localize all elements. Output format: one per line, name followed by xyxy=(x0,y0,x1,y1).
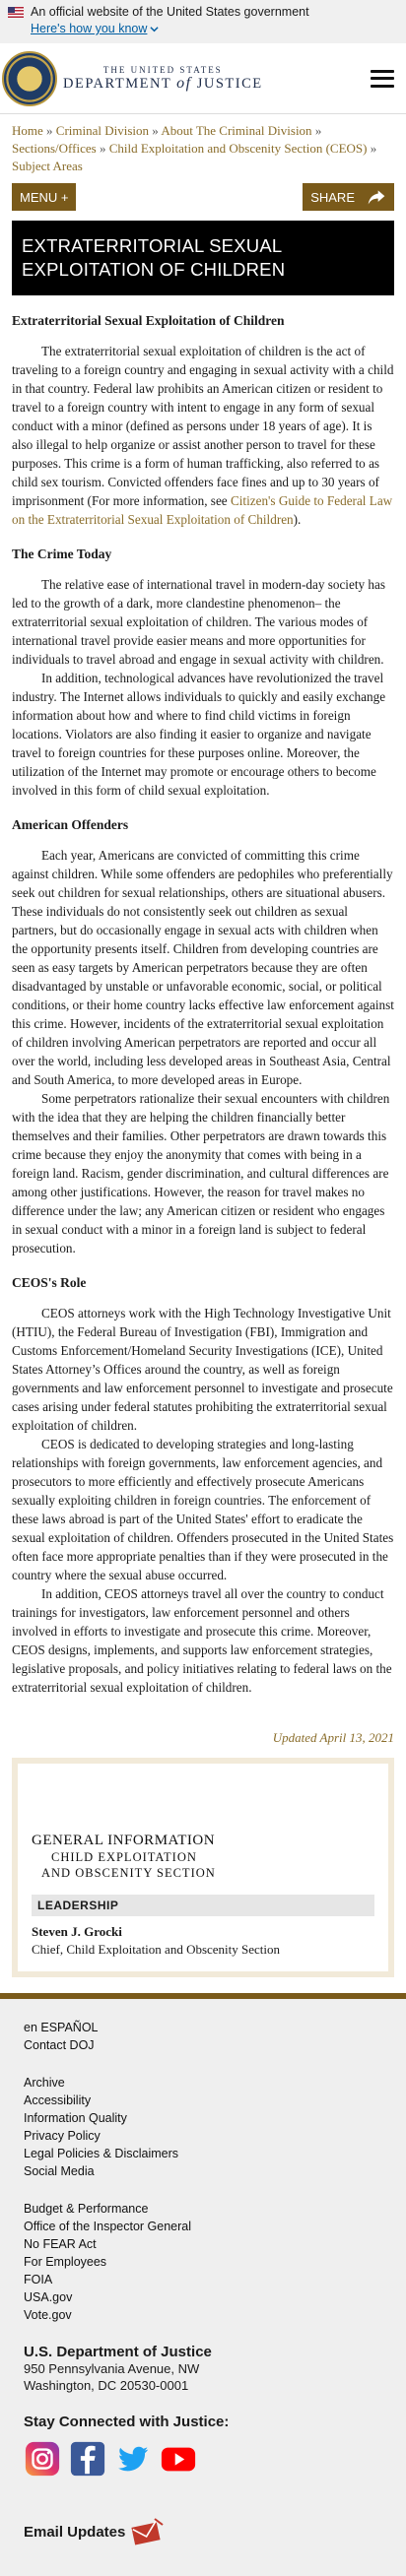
chevron-down-icon xyxy=(150,26,160,32)
paragraph-crime-today-2: In addition, technological advances have… xyxy=(12,671,386,798)
footer-links-group-3: Budget & Performance Office of the Inspe… xyxy=(24,2200,382,2324)
leader-role: Chief, Child Exploitation and Obscenity … xyxy=(32,1942,281,1957)
how-you-know-label: Here's how you know xyxy=(31,22,148,35)
facebook-icon[interactable] xyxy=(69,2440,106,2478)
footer-links-group-2: Archive Accessibility Information Qualit… xyxy=(24,2074,382,2180)
footer-address-line-1: 950 Pennsylvania Avenue, NW xyxy=(24,2361,200,2376)
doj-wordmark: THE UNITED STATES DEPARTMENT of JUSTICE xyxy=(63,65,263,93)
footer-link-legal[interactable]: Legal Policies & Disclaimers xyxy=(24,2145,382,2162)
breadcrumb-about[interactable]: About The Criminal Division xyxy=(161,123,311,138)
footer-link-oig[interactable]: Office of the Inspector General xyxy=(24,2218,382,2235)
gi-subtitle-2: AND OBSCENITY SECTION xyxy=(41,1866,216,1880)
footer-link-foia[interactable]: FOIA xyxy=(24,2271,382,2288)
flag-icon xyxy=(8,6,24,18)
twitter-icon[interactable] xyxy=(114,2440,152,2478)
gi-title: GENERAL INFORMATION xyxy=(32,1833,216,1848)
footer-link-information-quality[interactable]: Information Quality xyxy=(24,2109,382,2127)
stay-connected-heading: Stay Connected with Justice: xyxy=(24,2414,230,2430)
section-heading-crime-today: The Crime Today xyxy=(12,547,112,561)
footer-link-votegov[interactable]: Vote.gov xyxy=(24,2306,382,2324)
footer-link-accessibility[interactable]: Accessibility xyxy=(24,2092,382,2109)
paragraph-crime-today-1: The relative ease of international trave… xyxy=(12,577,385,667)
footer-link-no-fear[interactable]: No FEAR Act xyxy=(24,2235,382,2253)
share-label: SHARE xyxy=(310,189,355,205)
share-button[interactable]: SHARE xyxy=(303,183,394,211)
footer-address: 950 Pennsylvania Avenue, NW Washington, … xyxy=(24,2360,382,2394)
menu-button[interactable]: MENU + xyxy=(12,183,77,211)
paragraph-offenders-2: Some perpetrators rationalize their sexu… xyxy=(12,1091,390,1256)
paragraph-offenders-1: Each year, Americans are convicted of co… xyxy=(12,848,394,1087)
site-header: THE UNITED STATES DEPARTMENT of JUSTICE xyxy=(0,43,406,114)
paragraph-intro-text: The extraterritorial sexual exploitation… xyxy=(12,344,394,508)
official-text: An official website of the United States… xyxy=(31,5,309,19)
general-information-box: GENERAL INFORMATION CHILD EXPLOITATION A… xyxy=(12,1758,394,1977)
paragraph-ceos-1: CEOS attorneys work with the High Techno… xyxy=(12,1306,393,1433)
wordmark-top: THE UNITED STATES xyxy=(102,64,223,75)
footer-link-espanol[interactable]: en ESPAÑOL xyxy=(24,2019,382,2036)
breadcrumb-ceos[interactable]: Child Exploitation and Obscenity Section… xyxy=(109,141,368,156)
footer-links-group-1: en ESPAÑOL Contact DOJ xyxy=(24,2019,382,2054)
leader-name: Steven J. Grocki xyxy=(32,1924,122,1939)
paragraph-intro: The extraterritorial sexual exploitation… xyxy=(12,342,394,529)
footer-link-social-media[interactable]: Social Media xyxy=(24,2162,382,2180)
hamburger-menu-icon[interactable] xyxy=(371,69,394,88)
email-updates-link[interactable]: Email Updates xyxy=(24,2517,382,2546)
section-heading-offenders: American Offenders xyxy=(12,817,129,832)
wordmark-department: DEPARTMENT xyxy=(63,75,172,92)
footer-address-title: U.S. Department of Justice xyxy=(24,2344,212,2360)
updated-date: Updated April 13, 2021 xyxy=(272,1730,394,1745)
youtube-icon[interactable] xyxy=(160,2440,197,2478)
doj-seal-icon xyxy=(2,50,57,106)
breadcrumb-sections[interactable]: Sections/Offices xyxy=(12,141,97,156)
gov-banner: An official website of the United States… xyxy=(0,0,406,43)
breadcrumb: Home » Criminal Division » About The Cri… xyxy=(12,123,377,173)
paragraph-intro-end: ). xyxy=(293,512,302,527)
page-tools: MENU + SHARE xyxy=(0,179,406,221)
wordmark-name: DEPARTMENT of JUSTICE xyxy=(63,75,263,93)
paragraph-ceos-2: CEOS is dedicated to developing strategi… xyxy=(12,1437,394,1582)
footer-address-line-2: Washington, DC 20530-0001 xyxy=(24,2378,189,2393)
how-you-know-link[interactable]: Here's how you know xyxy=(31,22,160,35)
page-title: EXTRATERRITORIAL SEXUAL EXPLOITATION OF … xyxy=(12,221,394,295)
footer-link-employees[interactable]: For Employees xyxy=(24,2253,382,2271)
doj-home-link[interactable]: THE UNITED STATES DEPARTMENT of JUSTICE xyxy=(2,50,263,106)
gi-subtitle-1: CHILD EXPLOITATION xyxy=(51,1850,197,1864)
paragraph-ceos-3: In addition, CEOS attorneys travel all o… xyxy=(12,1586,392,1695)
envelope-icon xyxy=(131,2518,164,2545)
footer-link-archive[interactable]: Archive xyxy=(24,2074,382,2092)
breadcrumb-home[interactable]: Home xyxy=(12,123,43,138)
section-heading-ceos-role: CEOS's Role xyxy=(12,1275,87,1290)
wordmark-of: of xyxy=(176,74,192,92)
footer-link-usagov[interactable]: USA.gov xyxy=(24,2288,382,2306)
share-arrow-icon xyxy=(368,190,385,205)
breadcrumb-subject-areas[interactable]: Subject Areas xyxy=(12,159,83,173)
breadcrumb-criminal-division[interactable]: Criminal Division xyxy=(56,123,149,138)
site-footer: en ESPAÑOL Contact DOJ Archive Accessibi… xyxy=(0,1993,406,2576)
section-heading-intro: Extraterritorial Sexual Exploitation of … xyxy=(12,313,285,328)
footer-link-contact[interactable]: Contact DOJ xyxy=(24,2036,382,2054)
footer-link-privacy[interactable]: Privacy Policy xyxy=(24,2127,382,2145)
social-icons xyxy=(24,2440,382,2478)
wordmark-justice: JUSTICE xyxy=(196,75,263,92)
instagram-icon[interactable] xyxy=(24,2440,61,2478)
footer-link-budget[interactable]: Budget & Performance xyxy=(24,2200,382,2218)
article-body: Extraterritorial Sexual Exploitation of … xyxy=(0,311,406,1697)
leadership-heading: LEADERSHIP xyxy=(32,1895,374,1916)
email-updates-label: Email Updates xyxy=(24,2523,126,2541)
